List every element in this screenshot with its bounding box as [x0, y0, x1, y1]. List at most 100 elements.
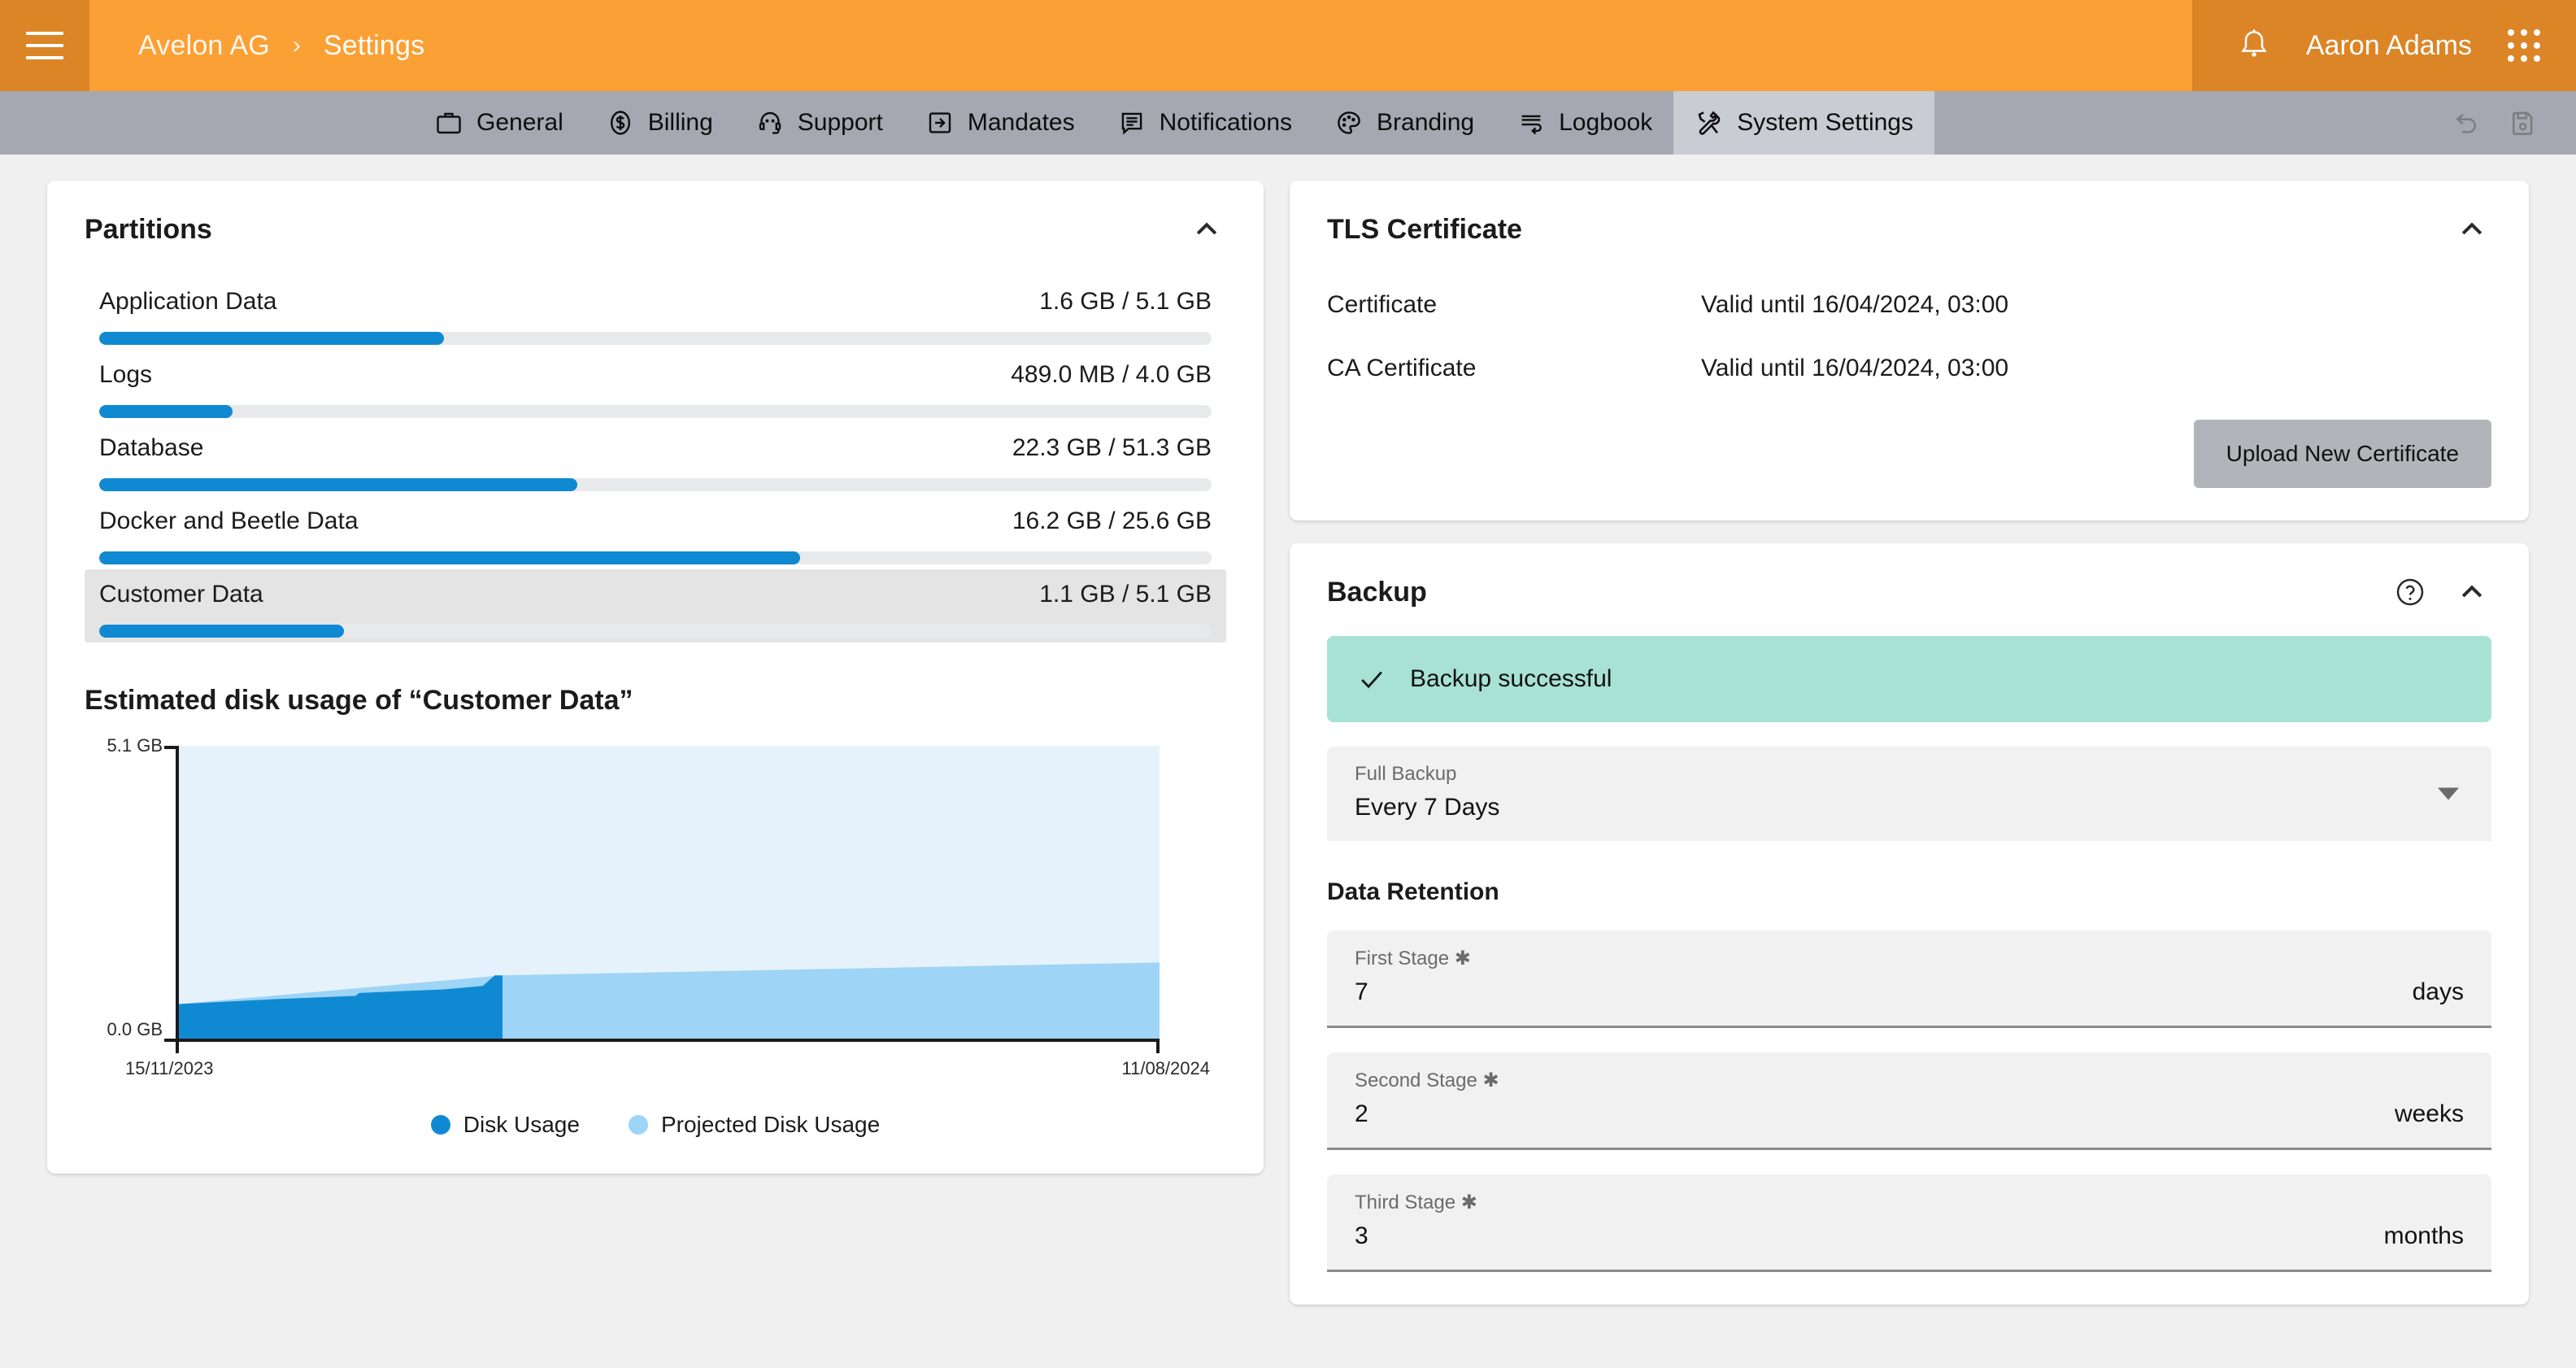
- full-backup-select[interactable]: Full Backup Every 7 Days: [1327, 747, 2491, 841]
- breadcrumb-org[interactable]: Avelon AG: [138, 30, 270, 62]
- partition-progress-track: [99, 551, 1212, 564]
- tls-card-body: Certificate Valid until 16/04/2024, 03:0…: [1290, 259, 2529, 521]
- partition-row-docker-and-beetle-data[interactable]: Docker and Beetle Data 16.2 GB / 25.6 GB: [85, 496, 1226, 569]
- nav-action-icons: [2449, 91, 2576, 155]
- backup-help-button[interactable]: [2391, 573, 2430, 612]
- legend-label-projected-disk-usage: Projected Disk Usage: [660, 1112, 881, 1137]
- user-name-label[interactable]: Aaron Adams: [2306, 30, 2472, 62]
- partition-progress-track: [99, 625, 1212, 638]
- tab-logbook[interactable]: Logbook: [1495, 91, 1673, 155]
- partitions-card-header: Partitions: [47, 181, 1264, 259]
- tab-billing[interactable]: Billing: [585, 91, 734, 155]
- y-axis-tick-min: 0.0 GB: [107, 1019, 163, 1039]
- tls-collapse-button[interactable]: [2452, 210, 2491, 249]
- upload-new-certificate-button[interactable]: Upload New Certificate: [2193, 420, 2491, 488]
- partition-name: Logs: [99, 361, 153, 388]
- menu-toggle-button[interactable]: [0, 0, 89, 91]
- partitions-list: Application Data 1.6 GB / 5.1 GB Logs 48…: [47, 259, 1264, 664]
- partition-progress-fill: [99, 478, 578, 491]
- second-stage-unit: weeks: [2394, 1100, 2464, 1127]
- first-stage-label: First Stage ✱: [1355, 948, 1471, 969]
- tab-branding-label: Branding: [1377, 109, 1475, 136]
- check-icon: [1361, 671, 1382, 689]
- tab-mandates[interactable]: Mandates: [904, 91, 1096, 155]
- first-stage-input[interactable]: 7: [1355, 978, 2413, 1006]
- third-stage-label: Third Stage ✱: [1355, 1192, 1477, 1213]
- tab-notifications[interactable]: Notifications: [1096, 91, 1313, 155]
- third-stage-field[interactable]: Third Stage ✱ 3 months: [1327, 1174, 2491, 1272]
- tab-branding[interactable]: Branding: [1313, 91, 1495, 155]
- x-axis-line: [176, 1039, 1160, 1042]
- notifications-bell-icon[interactable]: [2238, 28, 2270, 63]
- save-disk-icon[interactable]: [2508, 107, 2539, 138]
- backup-card-body: Backup successful Full Backup Every 7 Da…: [1290, 621, 2529, 1305]
- chart-title: Estimated disk usage of “Customer Data”: [85, 685, 633, 716]
- tab-general-label: General: [476, 109, 564, 136]
- partition-usage: 22.3 GB / 51.3 GB: [1012, 434, 1212, 461]
- partition-progress-track: [99, 332, 1212, 345]
- legend-label-disk-usage: Disk Usage: [463, 1112, 580, 1137]
- y-tick-min: [164, 1039, 176, 1042]
- partition-row-database[interactable]: Database 22.3 GB / 51.3 GB: [85, 423, 1226, 496]
- partition-progress-fill: [99, 551, 800, 564]
- hamburger-icon: [26, 32, 63, 59]
- tls-certificate-card: TLS Certificate Certificate Valid until …: [1290, 181, 2529, 521]
- x-axis-tick-start: 15/11/2023: [125, 1058, 214, 1078]
- disk-usage-chart: Estimated disk usage of “Customer Data” …: [47, 664, 1264, 1174]
- third-stage-unit: months: [2383, 1222, 2464, 1249]
- tab-system-settings-label: System Settings: [1737, 109, 1913, 136]
- data-retention-title: Data Retention: [1327, 878, 1499, 905]
- partition-progress-track: [99, 478, 1212, 491]
- backup-card-header: Backup: [1290, 543, 2529, 621]
- tls-value: Valid until 16/04/2024, 03:00: [1701, 355, 2009, 381]
- legend-dot-projected-disk-usage: [628, 1115, 648, 1135]
- partition-row-logs[interactable]: Logs 489.0 MB / 4.0 GB: [85, 350, 1226, 423]
- full-backup-value: Every 7 Days: [1355, 794, 1500, 821]
- tls-card-header: TLS Certificate: [1290, 181, 2529, 259]
- breadcrumb: Avelon AG › Settings: [89, 0, 2192, 91]
- tls-row-ca-certificate: CA Certificate Valid until 16/04/2024, 0…: [1327, 337, 2491, 400]
- third-stage-input[interactable]: 3: [1355, 1222, 2384, 1250]
- first-stage-field[interactable]: First Stage ✱ 7 days: [1327, 930, 2491, 1028]
- x-axis-tick-end: 11/08/2024: [1121, 1058, 1210, 1078]
- partitions-title: Partitions: [85, 213, 212, 245]
- settings-tab-bar: General Billing Support Mandates Notific…: [0, 91, 2576, 155]
- partition-usage: 1.6 GB / 5.1 GB: [1039, 288, 1212, 315]
- partition-row-application-data[interactable]: Application Data 1.6 GB / 5.1 GB: [85, 277, 1226, 350]
- partition-name: Database: [99, 434, 204, 461]
- partition-usage: 1.1 GB / 5.1 GB: [1039, 581, 1212, 608]
- breadcrumb-separator: ›: [292, 32, 301, 59]
- tab-system-settings[interactable]: System Settings: [1673, 91, 1934, 155]
- breadcrumb-page[interactable]: Settings: [324, 30, 424, 62]
- apps-grid-icon[interactable]: [2508, 29, 2540, 62]
- backup-collapse-button[interactable]: [2452, 573, 2491, 612]
- undo-icon[interactable]: [2449, 107, 2480, 138]
- tls-value: Valid until 16/04/2024, 03:00: [1701, 291, 2009, 318]
- partition-name: Customer Data: [99, 581, 263, 608]
- partition-usage: 489.0 MB / 4.0 GB: [1011, 361, 1212, 388]
- partition-row-customer-data[interactable]: Customer Data 1.1 GB / 5.1 GB: [85, 569, 1226, 643]
- tls-key: CA Certificate: [1327, 355, 1477, 381]
- tab-support-label: Support: [797, 109, 883, 136]
- tls-key: Certificate: [1327, 291, 1438, 318]
- tab-support[interactable]: Support: [734, 91, 904, 155]
- left-column: Partitions Application Data 1.6 GB / 5.1…: [47, 181, 1264, 1368]
- x-tick-end: [1156, 1042, 1160, 1053]
- chart-legend: Disk Usage Projected Disk Usage: [85, 1112, 1226, 1138]
- partition-name: Docker and Beetle Data: [99, 508, 359, 534]
- second-stage-field[interactable]: Second Stage ✱ 2 weeks: [1327, 1052, 2491, 1150]
- partition-progress-fill: [99, 625, 344, 638]
- right-column: TLS Certificate Certificate Valid until …: [1290, 181, 2529, 1368]
- backup-card: Backup Backup successful Full Backup Eve…: [1290, 543, 2529, 1305]
- chart-plot-area: 5.1 GB 0.0 GB 15/11/2023 11/08/2024: [107, 735, 1210, 1078]
- tab-logbook-label: Logbook: [1559, 109, 1653, 136]
- legend-item-projected-disk-usage[interactable]: Projected Disk Usage: [628, 1112, 881, 1138]
- tab-general[interactable]: General: [413, 91, 585, 155]
- second-stage-input[interactable]: 2: [1355, 1100, 2395, 1128]
- legend-item-disk-usage[interactable]: Disk Usage: [430, 1112, 580, 1138]
- partitions-collapse-button[interactable]: [1187, 210, 1226, 249]
- tab-billing-label: Billing: [647, 109, 713, 136]
- backup-status-alert: Backup successful: [1327, 636, 2491, 722]
- chevron-down-icon[interactable]: [2438, 787, 2459, 800]
- tab-notifications-label: Notifications: [1159, 109, 1293, 136]
